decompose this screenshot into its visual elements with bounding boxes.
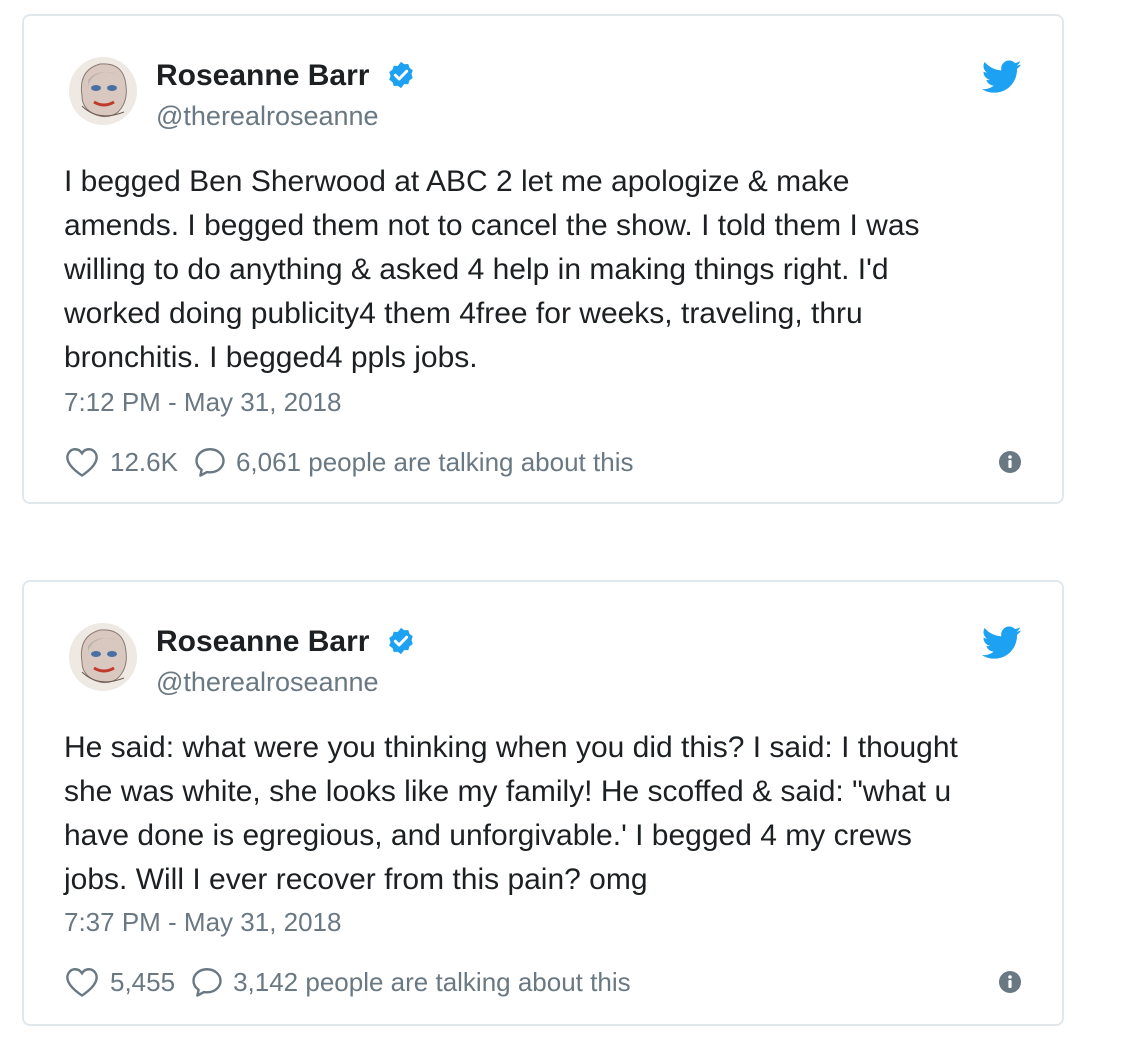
display-name[interactable]: Roseanne Barr [156, 58, 416, 94]
tweet-timestamp[interactable]: 7:37 PM - May 31, 2018 [64, 906, 341, 938]
verified-badge-icon [389, 61, 413, 89]
tweet-actions: 5,455 3,142 people are talking about thi… [64, 962, 1022, 1002]
handle[interactable]: @therealroseanne [156, 666, 379, 698]
twitter-bird-icon[interactable] [982, 626, 1022, 660]
like-count[interactable]: 5,455 [110, 967, 175, 998]
tweet-text: I begged Ben Sherwood at ABC 2 let me ap… [64, 165, 920, 374]
display-name-text[interactable]: Roseanne Barr [156, 625, 369, 658]
talking-count[interactable]: 3,142 people are talking about this [233, 967, 631, 998]
avatar[interactable] [68, 56, 138, 126]
info-icon[interactable] [998, 450, 1022, 474]
talking-count[interactable]: 6,061 people are talking about this [236, 447, 634, 478]
tweet-card: Roseanne Barr @therealroseanne He said: … [22, 580, 1064, 1026]
verified-badge-icon [389, 627, 413, 655]
tweet-card: Roseanne Barr @therealroseanne I begged … [22, 14, 1064, 504]
speech-bubble-icon[interactable] [189, 964, 225, 1000]
heart-icon[interactable] [64, 444, 100, 480]
info-icon[interactable] [998, 970, 1022, 994]
twitter-bird-icon[interactable] [982, 60, 1022, 94]
speech-bubble-icon[interactable] [192, 444, 228, 480]
handle[interactable]: @therealroseanne [156, 100, 379, 132]
tweet-timestamp[interactable]: 7:12 PM - May 31, 2018 [64, 386, 341, 418]
display-name-text[interactable]: Roseanne Barr [156, 59, 369, 92]
display-name[interactable]: Roseanne Barr [156, 624, 416, 660]
heart-icon[interactable] [64, 964, 100, 1000]
avatar[interactable] [68, 622, 138, 692]
tweet-actions: 12.6K 6,061 people are talking about thi… [64, 442, 1022, 482]
like-count[interactable]: 12.6K [110, 447, 178, 478]
tweet-text: He said: what were you thinking when you… [64, 731, 958, 896]
